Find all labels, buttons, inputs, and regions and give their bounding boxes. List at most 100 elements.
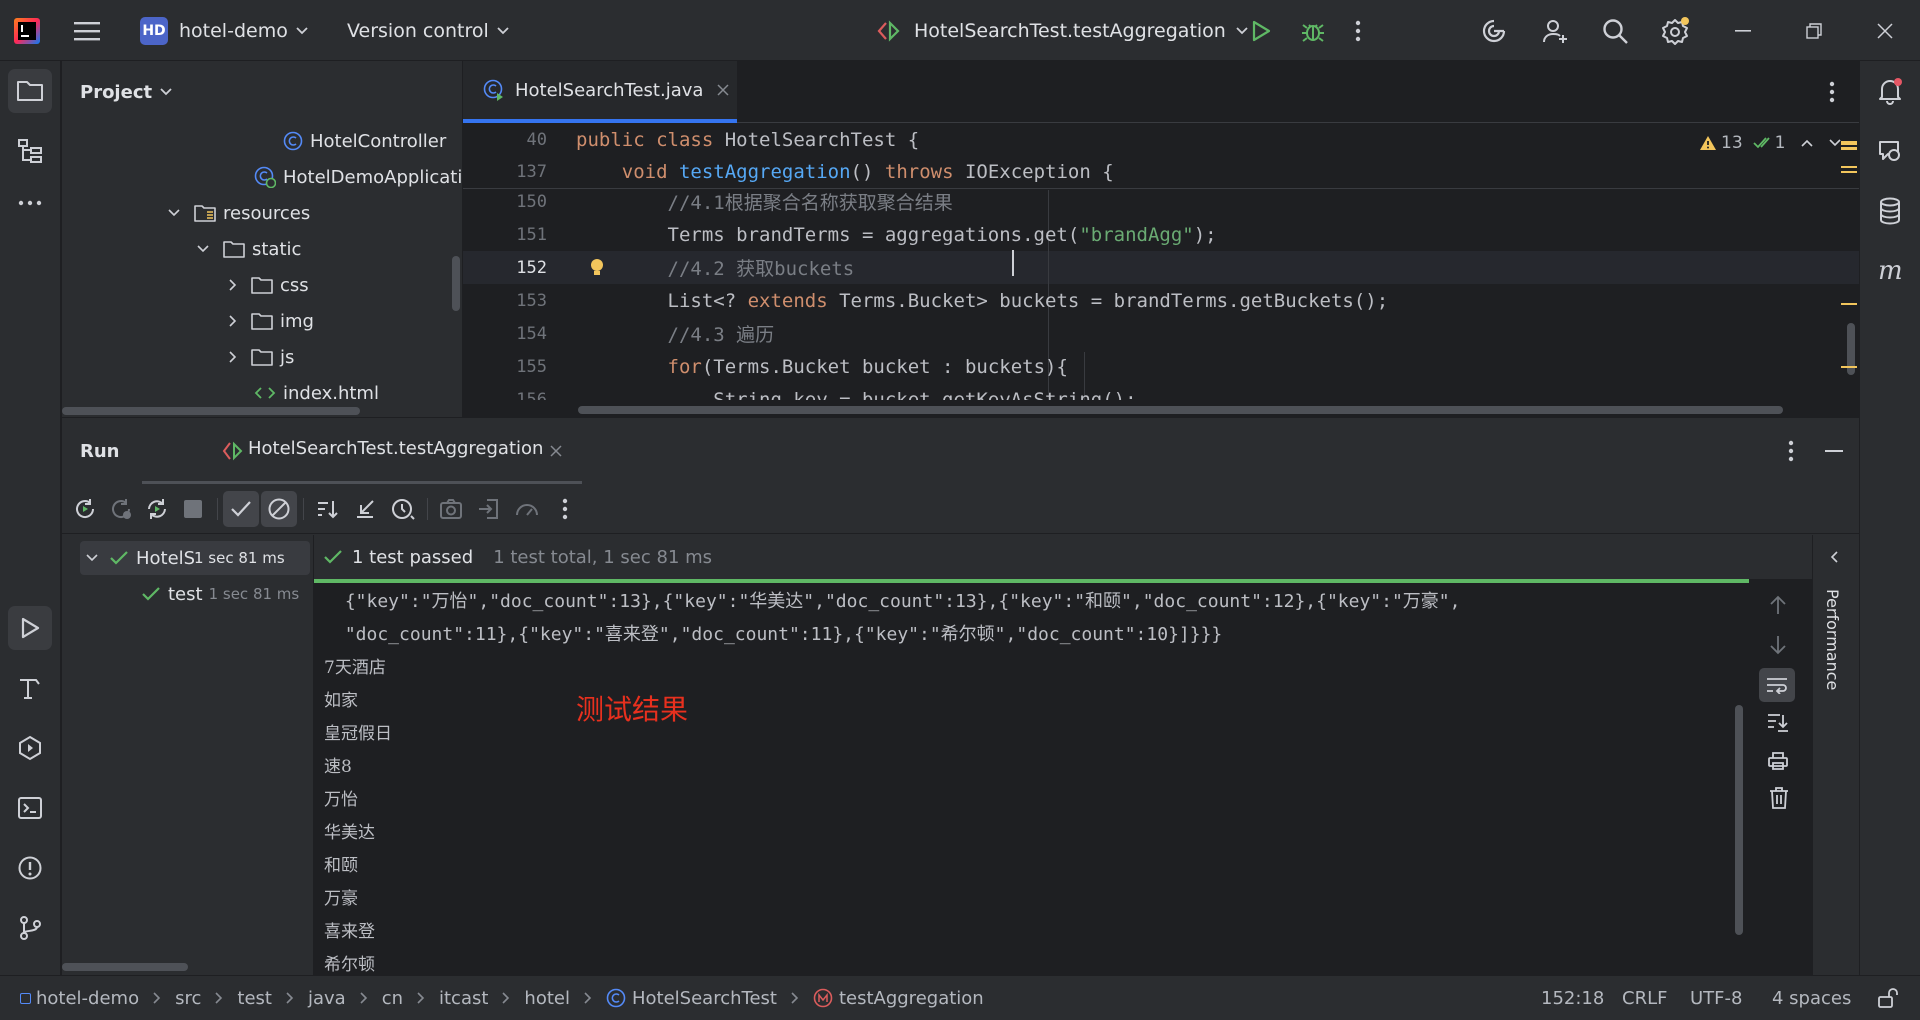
code-line[interactable]: 151 Terms brandTerms = aggregations.get(… <box>463 218 1859 251</box>
restore-button[interactable] <box>1806 0 1822 61</box>
build-tool-button[interactable] <box>8 666 52 710</box>
import-tests-button[interactable] <box>471 491 507 527</box>
project-panel-header[interactable]: Project <box>80 61 172 123</box>
run-more-icon[interactable] <box>1788 440 1794 462</box>
more-actions-icon[interactable] <box>1355 0 1361 61</box>
terminal-tool-button[interactable] <box>8 786 52 830</box>
run-button[interactable] <box>1250 0 1272 61</box>
rerun-button[interactable] <box>67 491 103 527</box>
performance-side-panel[interactable]: Performance <box>1812 535 1859 975</box>
error-stripe-marker[interactable] <box>1841 303 1857 305</box>
scroll-up-button[interactable] <box>1769 595 1787 615</box>
git-tool-button[interactable] <box>8 906 52 950</box>
ai-assistant-icon[interactable] <box>1480 0 1508 61</box>
tree-item-hotel-controller[interactable]: HotelController <box>283 123 446 159</box>
code-line[interactable]: 155 for(Terms.Bucket bucket : buckets){ <box>463 350 1859 383</box>
tree-item-css[interactable]: css <box>229 267 309 303</box>
rerun-failed-button[interactable] <box>103 491 139 527</box>
problems-tool-button[interactable] <box>8 846 52 890</box>
ai-chat-button[interactable] <box>1868 129 1912 173</box>
tree-item-hotel-demo-application[interactable]: HotelDemoApplication <box>254 159 462 195</box>
sticky-line-class[interactable]: 40 public class HotelSearchTest { <box>463 123 1859 156</box>
hide-panel-icon[interactable] <box>1825 450 1843 452</box>
breadcrumb-item[interactable]: HotelSearchTest <box>632 988 777 1009</box>
indent-setting[interactable]: 4 spaces <box>1772 976 1851 1020</box>
inspection-widget[interactable]: 13 1 <box>1699 133 1842 153</box>
error-stripe-marker[interactable] <box>1841 366 1857 368</box>
breadcrumb-item[interactable]: test <box>237 988 272 1009</box>
run-config-selector[interactable]: HotelSearchTest.testAggregation <box>876 0 1248 61</box>
tree-item-js[interactable]: js <box>229 339 294 375</box>
test-node-method[interactable]: test 1 sec 81 ms <box>142 577 299 611</box>
coverage-button[interactable] <box>509 491 545 527</box>
error-stripe-marker[interactable] <box>1841 147 1857 150</box>
close-icon[interactable] <box>550 445 562 457</box>
breadcrumb-item[interactable]: java <box>308 988 346 1009</box>
database-button[interactable] <box>1868 189 1912 233</box>
tree-item-resources[interactable]: resources <box>168 195 310 231</box>
test-node-class[interactable]: HotelS 1 sec 81 ms <box>80 541 310 575</box>
error-stripe-marker[interactable] <box>1841 141 1857 145</box>
project-tool-button[interactable] <box>8 69 52 113</box>
structure-tool-button[interactable] <box>8 129 52 173</box>
tree-item-img[interactable]: img <box>229 303 314 339</box>
clear-console-button[interactable] <box>1769 787 1789 809</box>
code-line[interactable]: 152 //4.2 获取buckets <box>463 251 1859 284</box>
show-ignored-toggle[interactable] <box>261 491 297 527</box>
editor-tab-hotel-search-test[interactable]: HotelSearchTest.java <box>463 61 737 123</box>
line-separator[interactable]: CRLF <box>1622 976 1667 1020</box>
run-tab[interactable]: HotelSearchTest.testAggregation <box>142 418 582 484</box>
more-tools-button[interactable] <box>8 181 52 225</box>
project-horizontal-scrollbar[interactable] <box>62 407 360 415</box>
minimize-button[interactable] <box>1735 0 1751 61</box>
show-passed-toggle[interactable] <box>223 491 259 527</box>
editor-horizontal-scrollbar[interactable] <box>578 406 1783 414</box>
close-window-button[interactable] <box>1877 0 1893 61</box>
error-stripe-marker[interactable] <box>1841 166 1857 168</box>
print-button[interactable] <box>1767 751 1789 771</box>
file-encoding[interactable]: UTF-8 <box>1690 976 1742 1020</box>
project-selector[interactable]: HD hotel-demo <box>140 0 308 61</box>
code-line[interactable]: 153 List<? extends Terms.Bucket> buckets… <box>463 284 1859 317</box>
close-icon[interactable] <box>717 84 729 96</box>
main-menu-icon[interactable] <box>74 0 100 61</box>
notifications-button[interactable] <box>1868 69 1912 113</box>
code-line[interactable]: 156 String key = bucket.getKeyAsString()… <box>463 383 1859 401</box>
code-line[interactable]: 150 //4.1根据聚合名称获取聚合结果 <box>463 190 1859 218</box>
screenshot-button[interactable] <box>433 491 469 527</box>
sort-button[interactable] <box>309 491 345 527</box>
run-toolbar-more-icon[interactable] <box>547 491 583 527</box>
test-history-button[interactable] <box>385 491 421 527</box>
console-text-area[interactable]: {"key":"万怡","doc_count":13},{"key":"华美达"… <box>314 583 1744 975</box>
caret-position[interactable]: 152:18 <box>1541 976 1604 1020</box>
scroll-to-end-button[interactable] <box>1767 713 1789 733</box>
tree-item-static[interactable]: static <box>197 231 301 267</box>
collapse-all-button[interactable] <box>347 491 383 527</box>
add-user-icon[interactable] <box>1541 0 1569 61</box>
search-icon[interactable] <box>1601 0 1629 61</box>
breadcrumb-item[interactable]: hotel <box>524 988 570 1009</box>
run-tool-button[interactable] <box>8 606 52 650</box>
app-logo[interactable] <box>14 0 40 61</box>
breadcrumb-item[interactable]: hotel-demo <box>36 988 139 1009</box>
test-tree-scrollbar[interactable] <box>62 963 188 971</box>
console-vertical-scrollbar[interactable] <box>1735 705 1743 935</box>
code-line[interactable]: 154 //4.3 遍历 <box>463 317 1859 350</box>
breadcrumb-item[interactable]: testAggregation <box>839 988 984 1009</box>
version-control-menu[interactable]: Version control <box>347 0 509 61</box>
code-body[interactable]: 150 //4.1根据聚合名称获取聚合结果 151 Terms brandTerm… <box>463 190 1859 400</box>
settings-gear-icon[interactable] <box>1660 0 1690 61</box>
services-tool-button[interactable] <box>8 726 52 770</box>
breadcrumb-item[interactable]: itcast <box>439 988 488 1009</box>
soft-wrap-toggle[interactable] <box>1759 668 1795 702</box>
toggle-auto-test-button[interactable] <box>139 491 175 527</box>
debug-button[interactable] <box>1300 0 1326 61</box>
project-vertical-scrollbar[interactable] <box>452 256 460 311</box>
sticky-line-method[interactable]: 137 void testAggregation() throws IOExce… <box>463 156 1859 189</box>
breadcrumb-item[interactable]: src <box>175 988 201 1009</box>
stop-button[interactable] <box>175 491 211 527</box>
maven-button[interactable]: m <box>1868 249 1912 293</box>
lock-icon[interactable] <box>1877 976 1899 1020</box>
error-stripe-marker[interactable] <box>1841 171 1857 173</box>
breadcrumb-item[interactable]: cn <box>382 988 403 1009</box>
